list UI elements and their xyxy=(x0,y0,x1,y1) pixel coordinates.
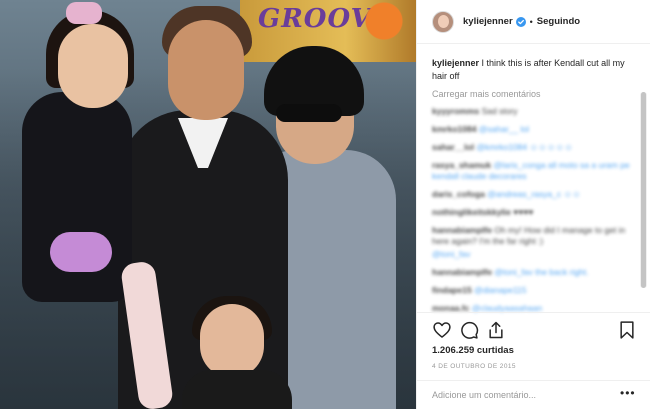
action-bar xyxy=(432,320,637,342)
comment-text[interactable]: @toni_fav the back right. xyxy=(494,267,588,277)
comment-item: kyyyromms Sad story xyxy=(432,106,637,117)
post-photo[interactable]: GROOVE xyxy=(0,0,416,409)
comment-text[interactable]: @sahar__ lol xyxy=(479,124,529,134)
comment-username[interactable]: rasya_shamuk xyxy=(432,160,491,170)
caption-username[interactable]: kyliejenner xyxy=(432,58,479,68)
comment-username[interactable]: findape15 xyxy=(432,285,472,295)
post-caption: kyliejenner I think this is after Kendal… xyxy=(432,57,637,83)
comment-username[interactable]: hannabiamplfe xyxy=(432,267,492,277)
comment-item: sahar__lol @kmrko1084 ☺☺☺☺☺ xyxy=(432,142,637,153)
comment-item: nothinglikeitskkylie ♥♥♥♥ xyxy=(432,207,637,218)
photo-person-girl-fur-cuff xyxy=(50,232,112,272)
more-options-icon[interactable]: ••• xyxy=(620,387,636,400)
comment-text[interactable]: @kmrko1084 ☺☺☺☺☺ xyxy=(476,142,572,152)
avatar[interactable] xyxy=(432,10,454,33)
likes-count[interactable]: 1.206.259 curtidas xyxy=(432,345,514,356)
comment-item: daris_cofoga @andreas_rasya_c ☺☺ xyxy=(432,189,637,200)
add-comment-input[interactable] xyxy=(432,385,612,405)
comment-item: kmrko1084 @sahar__ lol xyxy=(432,124,637,135)
comment-item: findape15 @dianape115 xyxy=(432,285,637,296)
photo-banner-figure xyxy=(355,0,413,60)
comment-username[interactable]: kmrko1084 xyxy=(432,124,476,134)
post-header: kyliejenner • Seguindo xyxy=(417,0,650,44)
add-comment-divider xyxy=(417,380,650,381)
comment-username[interactable]: kyyyromms xyxy=(432,106,479,116)
bookmark-icon[interactable] xyxy=(617,320,637,340)
comment-username[interactable]: nothinglikeitskkylie xyxy=(432,207,511,217)
heart-icon[interactable] xyxy=(432,320,452,340)
comment-text[interactable]: @toni_fav xyxy=(432,249,470,259)
comment-item: hannabiamplfe @toni_fav the back right. xyxy=(432,267,637,278)
photo-person-man-face xyxy=(168,20,244,120)
comment-text[interactable]: @andreas_rasya_c ☺☺ xyxy=(487,189,581,199)
post-side-panel: kyliejenner • Seguindo kyliejenner I thi… xyxy=(416,0,650,409)
post-date[interactable]: 4 de outubro de 2015 xyxy=(432,363,516,370)
photo-person-girl-bow xyxy=(66,2,102,24)
actions-divider xyxy=(417,312,650,313)
comment-text: Sad story xyxy=(481,106,518,116)
comment-text[interactable]: @dianape115 xyxy=(474,285,526,295)
header-username[interactable]: kyliejenner xyxy=(463,16,513,27)
comments-scrollbar[interactable] xyxy=(640,92,647,288)
comment-item: hannabiamplfe Oh my! How did I manage to… xyxy=(432,225,637,247)
following-button[interactable]: Seguindo xyxy=(537,16,580,27)
instagram-post: GROOVE kyliejenner • Seguindo kyliejenne… xyxy=(0,0,650,409)
photo-person-child-body xyxy=(182,370,292,409)
comments-list: kyliejenner I think this is after Kendal… xyxy=(432,57,637,314)
load-more-comments-link[interactable]: Carregar mais comentários xyxy=(432,89,637,99)
comment-text: ♥♥♥♥ xyxy=(513,207,534,217)
comment-username[interactable]: hannabiamplfe xyxy=(432,225,492,235)
header-separator: • xyxy=(529,16,533,27)
comment-item: @toni_fav xyxy=(432,249,637,260)
comment-icon[interactable] xyxy=(459,320,479,340)
comments-scrollbar-thumb[interactable] xyxy=(641,92,646,288)
photo-person-girl-face xyxy=(58,24,128,108)
comment-item: rasya_shamuk @laris_conga all moto sa a … xyxy=(432,160,637,182)
photo-person-child-face xyxy=(200,304,264,378)
comment-username[interactable]: sahar__lol xyxy=(432,142,474,152)
verified-badge-icon xyxy=(515,16,526,27)
photo-person-woman-sunglasses xyxy=(276,104,342,122)
comment-username[interactable]: daris_cofoga xyxy=(432,189,485,199)
share-icon[interactable] xyxy=(486,320,506,340)
